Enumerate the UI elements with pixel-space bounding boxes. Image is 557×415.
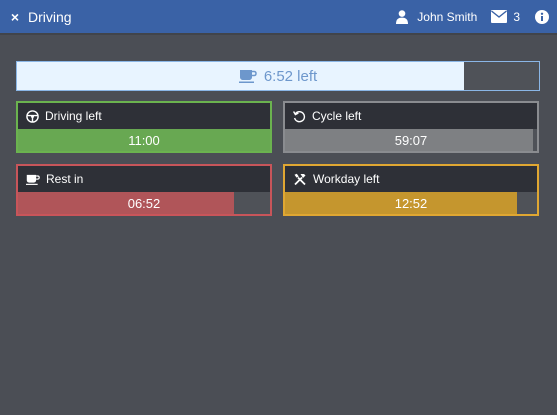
card-label: Workday left — [313, 172, 380, 186]
messages-button[interactable]: 3 — [491, 10, 520, 24]
driving-left-card: Driving left 11:00 — [16, 101, 272, 153]
top-bar: × Driving John Smith 3 — [0, 0, 557, 33]
top-bar-shadow — [0, 33, 557, 35]
tools-icon — [294, 173, 306, 185]
card-label: Cycle left — [312, 109, 362, 123]
user-name: John Smith — [417, 9, 478, 24]
card-progress-track: 12:52 — [285, 192, 537, 214]
break-status-label: 6:52 left — [17, 62, 539, 90]
rest-in-card: Rest in 06:52 — [16, 164, 272, 216]
card-value: 06:52 — [127, 195, 161, 211]
card-header: Cycle left — [285, 103, 537, 129]
page-title: Driving — [28, 8, 72, 25]
cycle-left-card: Cycle left 59:07 — [283, 101, 539, 153]
card-value: 12:52 — [394, 195, 428, 211]
card-header: Workday left — [285, 166, 537, 192]
info-icon[interactable] — [535, 9, 549, 24]
user-icon — [396, 9, 409, 24]
close-button[interactable]: × — [0, 0, 28, 33]
message-count-badge: 3 — [513, 9, 520, 24]
card-value: 59:07 — [394, 132, 428, 148]
topbar-actions: John Smith 3 — [396, 0, 557, 33]
cycle-icon — [293, 110, 306, 122]
user-menu-button[interactable]: John Smith — [396, 10, 491, 24]
close-icon: × — [10, 8, 20, 25]
card-value: 11:00 — [128, 132, 160, 148]
card-progress-track: 06:52 — [18, 192, 270, 214]
coffee-cup-icon — [238, 70, 257, 83]
card-progress-track: 11:00 — [18, 129, 270, 151]
card-header: Rest in — [18, 166, 270, 192]
card-label: Driving left — [45, 109, 102, 123]
workday-left-card: Workday left 12:52 — [283, 164, 539, 216]
break-time-left: 6:52 left — [263, 67, 318, 85]
card-header: Driving left — [18, 103, 270, 129]
break-status-bar: 6:52 left — [16, 61, 540, 91]
coffee-cup-icon — [26, 174, 40, 185]
card-label: Rest in — [46, 172, 84, 186]
steering-wheel-icon — [26, 109, 39, 123]
envelope-icon — [491, 10, 508, 23]
card-progress-track: 59:07 — [285, 129, 537, 151]
